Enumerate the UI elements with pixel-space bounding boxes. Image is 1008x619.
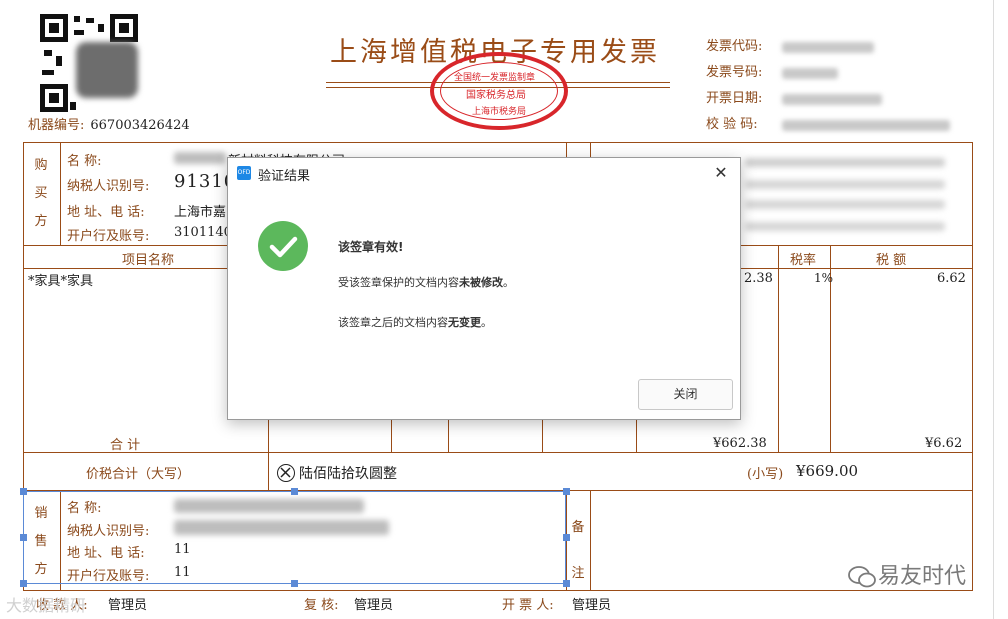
cipher-area-redacted: [745, 158, 945, 167]
close-button[interactable]: 关闭: [638, 379, 733, 410]
success-check-icon: [258, 221, 308, 271]
buyer-name-label: 名 称:: [67, 154, 102, 169]
dialog-title: 验证结果: [258, 169, 311, 184]
reviewer-label: 复 核:: [304, 598, 339, 613]
ofd-app-icon: OFD: [237, 166, 251, 180]
check-code-redacted: [782, 120, 950, 131]
item-name: *家具*家具: [28, 274, 94, 289]
qr-code: [40, 14, 138, 112]
resize-handle[interactable]: [563, 580, 570, 587]
item-tax-rate: 1%: [814, 271, 834, 285]
invoice-code-label: 发票代码:: [706, 39, 763, 54]
item-name-header: 项目名称: [122, 253, 175, 268]
invoice-date-redacted: [782, 94, 882, 105]
dialog-titlebar[interactable]: OFD 验证结果 ✕: [228, 158, 740, 188]
remark-label: 备注: [571, 520, 585, 581]
grand-total-small-label: (小写): [747, 467, 784, 482]
verification-dialog: OFD 验证结果 ✕ 该签章有效! 受该签章保护的文档内容未被修改。 该签章之后…: [227, 157, 741, 420]
resize-handle[interactable]: [20, 580, 27, 587]
tax-amount-header: 税 额: [876, 253, 907, 268]
grand-total-label: 价税合计（大写）: [86, 467, 191, 482]
cross-circle-icon: [277, 464, 295, 482]
page-edge: [993, 0, 994, 619]
wechat-icon: [848, 566, 876, 588]
buyer-address-label: 地 址、电 话:: [67, 205, 145, 220]
payee-value: 管理员: [108, 598, 148, 613]
grand-total-small-value: ¥669.00: [796, 462, 859, 480]
invoice-date-label: 开票日期:: [706, 91, 763, 106]
check-code-label: 校 验 码:: [706, 117, 758, 132]
buyer-bank-label: 开户行及账号:: [67, 229, 150, 244]
buyer-side-label: 购买方: [34, 158, 48, 229]
watermark-text: 易友时代: [878, 564, 967, 589]
corner-watermark: 大数据精研: [6, 596, 87, 615]
resize-handle[interactable]: [291, 580, 298, 587]
resize-handle[interactable]: [563, 534, 570, 541]
close-icon[interactable]: ✕: [710, 162, 732, 184]
drawer-value: 管理员: [572, 598, 612, 613]
content-unchanged-message: 该签章之后的文档内容无变更。: [338, 316, 492, 329]
buyer-tax-label: 纳税人识别号:: [67, 179, 150, 194]
signature-valid-message: 该签章有效!: [338, 240, 404, 254]
drawer-label: 开 票 人:: [502, 598, 554, 613]
invoice-code-redacted: [782, 42, 874, 53]
selection-box[interactable]: [23, 491, 566, 584]
invoice-number-redacted: [782, 68, 838, 79]
buyer-name-redacted: [174, 152, 226, 164]
resize-handle[interactable]: [563, 488, 570, 495]
invoice-number-label: 发票号码:: [706, 65, 763, 80]
item-tax: 6.62: [937, 271, 966, 286]
resize-handle[interactable]: [291, 488, 298, 495]
resize-handle[interactable]: [20, 534, 27, 541]
official-seal: 全国统一发票监制章 国家税务总局 上海市税务局: [430, 52, 568, 130]
machine-number: 机器编号: 667003426424: [28, 118, 190, 133]
resize-handle[interactable]: [20, 488, 27, 495]
total-label: 合 计: [110, 438, 141, 453]
item-amount: 2.38: [744, 271, 773, 286]
tax-rate-header: 税率: [790, 253, 817, 268]
buyer-address-value: 上海市嘉: [174, 205, 227, 220]
total-tax: ¥6.62: [925, 436, 963, 451]
invoice-meta: 发票代码: 发票号码: 开票日期: 校 验 码:: [706, 34, 950, 138]
content-unmodified-message: 受该签章保护的文档内容未被修改。: [338, 276, 514, 289]
total-amount: ¥662.38: [713, 436, 767, 451]
reviewer-value: 管理员: [354, 598, 394, 613]
buyer-bank-value: 3101140: [174, 225, 232, 240]
grand-total-words: 陆佰陆拾玖圆整: [299, 466, 397, 482]
